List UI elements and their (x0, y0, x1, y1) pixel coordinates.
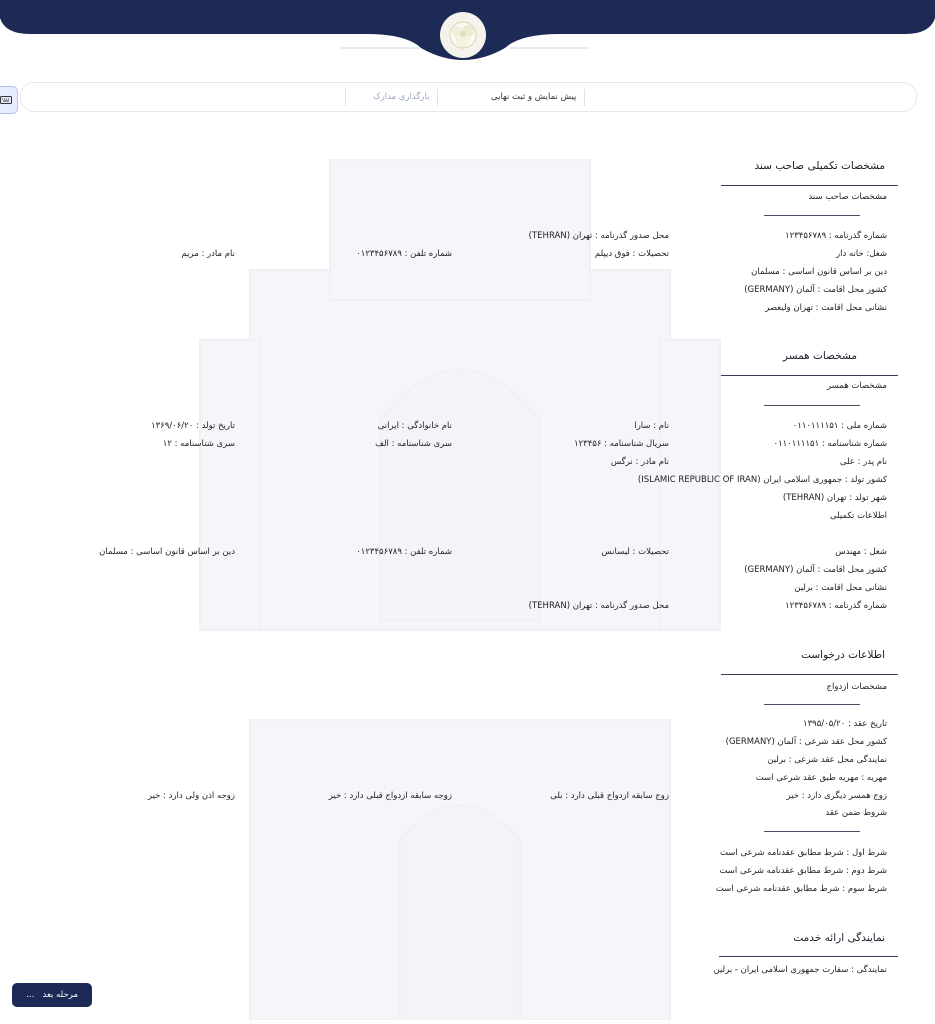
owner-religion: دین بر اساس قانون اساسی : مسلمان (751, 267, 887, 277)
condition-1: شرط اول : شرط مطابق عقدنامه شرعی است (719, 848, 887, 858)
contract-date: تاریخ عقد : ۱۳۹۵/۰۵/۲۰ (803, 719, 887, 729)
spouse-extra-title: اطلاعات تکمیلی (829, 511, 887, 521)
spouse-address: نشانی محل اقامت : برلین (794, 583, 887, 593)
spouse-first-name: نام : سارا (634, 421, 669, 431)
husband-other-wife: زوج همسر دیگری دارد : خیر (786, 791, 887, 801)
husband-prev-marriage: زوج سابقه ازدواج قبلی دارد : بلی (550, 791, 669, 801)
owner-passport-place: محل صدور گذرنامه : تهران (TEHRAN) (528, 231, 669, 241)
spouse-mother: نام مادر : نرگس (610, 457, 669, 467)
spouse-birth-city: شهر تولد : تهران (TEHRAN) (782, 493, 887, 503)
owner-section-title: مشخصات تکمیلی صاحب سند (754, 160, 885, 172)
spouse-phone: شماره تلفن : ۰۱۲۳۴۵۶۷۸۹ (356, 547, 452, 557)
keyboard-icon[interactable] (0, 86, 18, 114)
tab-divider (345, 89, 346, 106)
spouse-passport-no: شماره گذرنامه : ۱۲۳۴۵۶۷۸۹ (785, 601, 887, 611)
contract-representation: نمایندگی محل عقد شرعی : برلین (767, 755, 887, 765)
divider (764, 831, 860, 832)
owner-residence-country: کشور محل اقامت : آلمان (GERMANY) (744, 285, 887, 295)
spouse-birth-date: تاریخ تولد : ۱۳۶۹/۰۶/۲۰ (151, 421, 235, 431)
flower-logo-icon (440, 12, 486, 58)
next-step-label: مرحله بعد (42, 990, 79, 1000)
spouse-serial: سریال شناسنامه : ۱۲۳۴۵۶ (574, 439, 669, 449)
owner-passport-no: شماره گذرنامه : ۱۲۳۴۵۶۷۸۹ (785, 231, 887, 241)
mahr: مهریه : مهریه طبق عقد شرعی است (755, 773, 887, 783)
spouse-father: نام پدر : علی (839, 457, 887, 467)
spouse-job: شغل : مهندس (835, 547, 887, 557)
spouse-religion: دین بر اساس قانون اساسی : مسلمان (99, 547, 235, 557)
spouse-last-name: نام خانوادگی : ایرانی (377, 421, 452, 431)
divider (764, 215, 860, 216)
owner-education: تحصیلات : فوق دیپلم (594, 249, 669, 259)
condition-3: شرط سوم : شرط مطابق عقدنامه شرعی است (715, 884, 887, 894)
spouse-series: سری شناسنامه : الف (375, 439, 452, 449)
service-representation: نمایندگی : سفارت جمهوری اسلامی ایران - ب… (713, 965, 888, 975)
owner-mother: نام مادر : مریم (181, 249, 236, 259)
divider (764, 405, 860, 406)
request-subtitle: مشخصات ازدواج (826, 682, 888, 692)
spouse-id-no: شماره شناسنامه : ۰۱۱۰۱۱۱۱۵۱ (773, 439, 887, 449)
spouse-series-no: سری شناسنامه : ۱۲ (162, 439, 235, 449)
owner-subtitle: مشخصات صاحب سند (808, 192, 887, 202)
next-step-button[interactable]: مرحله بعد … (12, 983, 92, 1007)
wife-prev-marriage: زوجه سابقه ازدواج قبلی دارد : خیر (328, 791, 452, 801)
tab-upload-documents[interactable]: بارگذاری مدارک (373, 92, 429, 102)
spouse-passport-place: محل صدور گذرنامه : تهران (TEHRAN) (528, 601, 669, 611)
spouse-birth-country: کشور تولد : جمهوری اسلامی ایران (ISLAMIC… (637, 475, 887, 485)
ellipsis-icon: … (26, 990, 35, 1000)
divider (719, 956, 898, 957)
owner-job: شغل: خانه دار (836, 249, 887, 259)
spouse-section-title: مشخصات همسر (782, 350, 857, 362)
spouse-subtitle: مشخصات همسر (827, 381, 887, 391)
divider (721, 375, 898, 376)
condition-2: شرط دوم : شرط مطابق عقدنامه شرعی است (719, 866, 887, 876)
tab-preview-submit[interactable]: پیش نمایش و ثبت نهایی (491, 92, 576, 102)
divider (764, 704, 860, 705)
conditions-title: شروط ضمن عقد (825, 808, 887, 818)
divider (721, 185, 898, 186)
tab-divider (584, 89, 585, 106)
spouse-education: تحصیلات : لیسانس (601, 547, 669, 557)
owner-address: نشانی محل اقامت : تهران ولیعصر (765, 303, 887, 313)
wife-guardian-permission: زوجه اذن ولی دارد : خیر (147, 791, 235, 801)
service-section-title: نمایندگی ارائه خدمت (793, 932, 885, 944)
tab-divider (437, 89, 438, 106)
owner-phone: شماره تلفن : ۰۱۲۳۴۵۶۷۸۹ (356, 249, 452, 259)
divider (721, 674, 898, 675)
spouse-residence-country: کشور محل اقامت : آلمان (GERMANY) (744, 565, 887, 575)
wizard-tabs: پیش نمایش و ثبت نهایی بارگذاری مدارک (20, 82, 917, 112)
spouse-national-id: شماره ملی : ۰۱۱۰۱۱۱۱۵۱ (792, 421, 887, 431)
request-section-title: اطلاعات درخواست (801, 649, 885, 661)
contract-country: کشور محل عقد شرعی : آلمان (GERMANY) (725, 737, 887, 747)
